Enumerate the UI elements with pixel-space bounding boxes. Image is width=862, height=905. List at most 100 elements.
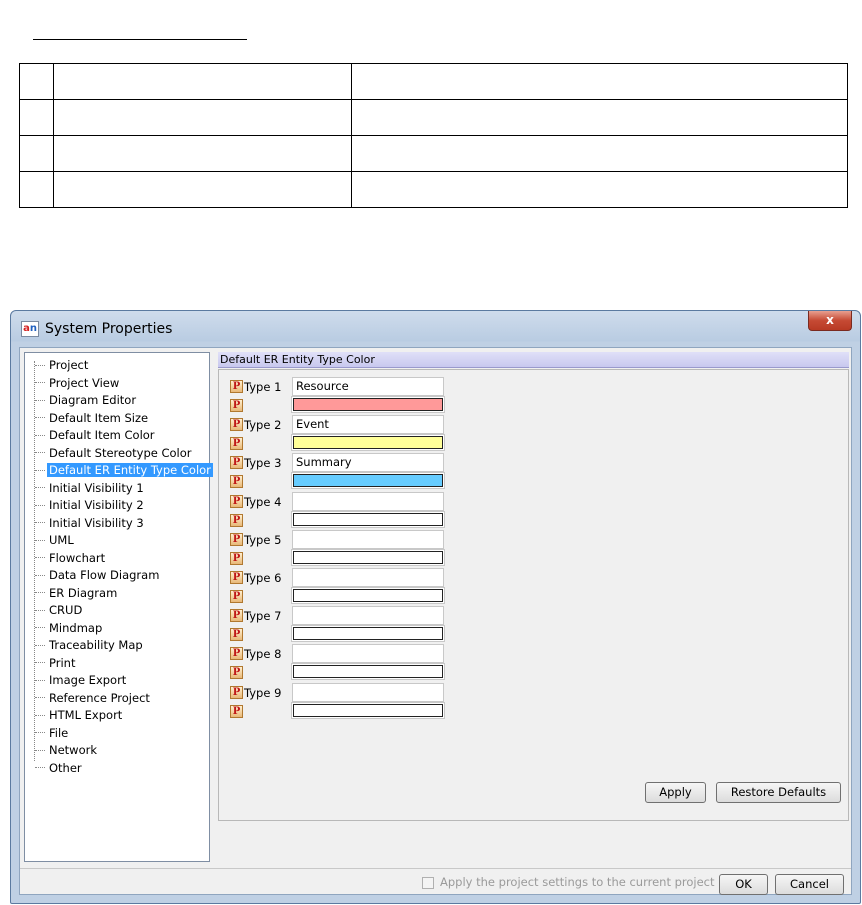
tree-item-label: ER Diagram — [49, 585, 118, 600]
cancel-button[interactable]: Cancel — [775, 874, 844, 895]
apply-project-settings-checkbox[interactable] — [422, 877, 434, 889]
tree-connector-icon — [35, 592, 45, 594]
tree-item-label: Initial Visibility 2 — [49, 498, 144, 512]
tree-item-label: Default Stereotype Color — [49, 445, 192, 460]
type-label: Type 3 — [244, 456, 282, 471]
tree-connector-icon — [35, 732, 45, 734]
type-color-swatch[interactable] — [293, 665, 443, 679]
tree-item[interactable]: Project — [35, 357, 90, 374]
tree-connector-icon — [35, 697, 45, 699]
tree-connector-icon — [35, 399, 45, 402]
type-color-swatch[interactable] — [293, 398, 443, 411]
property-icon: P — [230, 609, 243, 623]
tree-item[interactable]: HTML Export — [35, 707, 124, 724]
tree-item[interactable]: Flowchart — [35, 550, 107, 567]
ok-button[interactable]: OK — [719, 874, 768, 895]
type-color-swatch[interactable] — [293, 436, 443, 450]
tree-connector-icon — [35, 504, 45, 507]
type-label: Type 5 — [244, 532, 282, 547]
close-button[interactable]: x — [808, 311, 852, 331]
type-color-swatch[interactable] — [293, 550, 443, 564]
property-icon: P — [230, 532, 243, 546]
tree-connector-icon — [35, 714, 45, 717]
type-color-swatch[interactable] — [293, 627, 443, 641]
property-icon: P — [230, 399, 243, 412]
type-color-swatch[interactable] — [293, 589, 443, 602]
tree-item[interactable]: Traceability Map — [35, 637, 145, 654]
tree-item-label: File — [49, 725, 69, 740]
tree-item[interactable]: Initial Visibility 2 — [35, 497, 146, 514]
type-name-input[interactable] — [292, 529, 444, 549]
type-name-input[interactable] — [292, 606, 444, 626]
type-color-swatch[interactable] — [293, 703, 443, 717]
property-icon: P — [230, 380, 243, 393]
tree-connector-icon — [35, 487, 45, 489]
tree-item[interactable]: Default ER Entity Type Color — [35, 462, 213, 479]
type-label: Type 1 — [244, 380, 282, 394]
tree-item[interactable]: Reference Project — [35, 690, 152, 707]
type-name-input[interactable]: Resource — [292, 377, 444, 396]
tree-connector-icon — [35, 364, 45, 367]
tree-item[interactable]: Network — [35, 742, 99, 759]
tree-item[interactable]: Data Flow Diagram — [35, 567, 161, 584]
property-icon: P — [230, 475, 243, 489]
tree-item[interactable]: UML — [35, 532, 76, 549]
property-icon: P — [230, 666, 243, 680]
tree-item[interactable]: ER Diagram — [35, 585, 119, 602]
tree-connector-icon — [35, 767, 45, 769]
tree-item[interactable]: Mindmap — [35, 620, 104, 637]
property-icon: P — [230, 628, 243, 642]
tree-connector-icon — [35, 522, 45, 524]
tree-item[interactable]: Other — [35, 760, 84, 777]
tree-item[interactable]: CRUD — [35, 602, 84, 619]
restore-defaults-button[interactable]: Restore Defaults — [716, 782, 841, 803]
property-icon: P — [230, 456, 243, 470]
tree-item-label: CRUD — [49, 603, 83, 617]
apply-project-settings-label: Apply the project settings to the curren… — [440, 875, 715, 889]
type-name-input[interactable] — [292, 568, 444, 587]
type-color-swatch[interactable] — [293, 512, 443, 526]
tree-item-label: Default ER Entity Type Color — [47, 463, 213, 477]
tree-item[interactable]: Initial Visibility 3 — [35, 515, 146, 532]
tree-connector-icon — [35, 574, 45, 577]
apply-button[interactable]: Apply — [645, 782, 706, 803]
tree-item-label: Network — [49, 743, 98, 757]
type-name-input[interactable]: Event — [292, 415, 444, 435]
table-row — [19, 171, 848, 208]
tree-item[interactable]: File — [35, 725, 70, 742]
tree-item[interactable]: Image Export — [35, 672, 128, 689]
tree-item[interactable]: Initial Visibility 1 — [35, 480, 146, 497]
settings-tree[interactable]: Project Project View Diagram Editor Default… — [24, 352, 213, 862]
property-icon: P — [230, 704, 243, 718]
table-row — [19, 99, 848, 136]
type-name-input[interactable] — [292, 682, 444, 702]
tree-item[interactable]: Default Stereotype Color — [35, 445, 194, 462]
type-label: Type 7 — [244, 609, 282, 624]
tree-connector-icon — [35, 662, 45, 664]
tree-item[interactable]: Default Item Size — [35, 410, 150, 427]
title-bar[interactable]: an System Properties x — [11, 311, 860, 345]
tree-item[interactable]: Default Item Color — [35, 427, 157, 444]
tree-item[interactable]: Project View — [35, 375, 121, 392]
property-icon: P — [230, 590, 243, 603]
tree-connector-icon — [35, 627, 45, 629]
tree-item[interactable]: Diagram Editor — [35, 392, 138, 409]
tree-item[interactable]: Print — [35, 655, 77, 672]
property-icon: P — [230, 571, 243, 584]
tree-item-label: Other — [49, 760, 82, 775]
tree-connector-icon — [35, 539, 45, 542]
tree-connector-icon — [35, 679, 45, 682]
type-name-input[interactable]: Summary — [292, 453, 444, 473]
tree-item-label: Print — [49, 655, 76, 670]
type-label: Type 6 — [244, 571, 282, 585]
tree-item-label: Reference Project — [49, 690, 150, 705]
type-color-swatch[interactable] — [293, 474, 443, 488]
tree-connector-icon — [35, 609, 45, 612]
type-name-input[interactable] — [292, 644, 444, 664]
document-table — [19, 63, 848, 208]
tree-connector-icon — [35, 644, 45, 647]
type-name-input[interactable] — [292, 491, 444, 511]
section-header: Default ER Entity Type Color — [218, 352, 849, 368]
tree-item-label: Image Export — [49, 673, 127, 687]
app-logo-icon: an — [21, 321, 39, 337]
